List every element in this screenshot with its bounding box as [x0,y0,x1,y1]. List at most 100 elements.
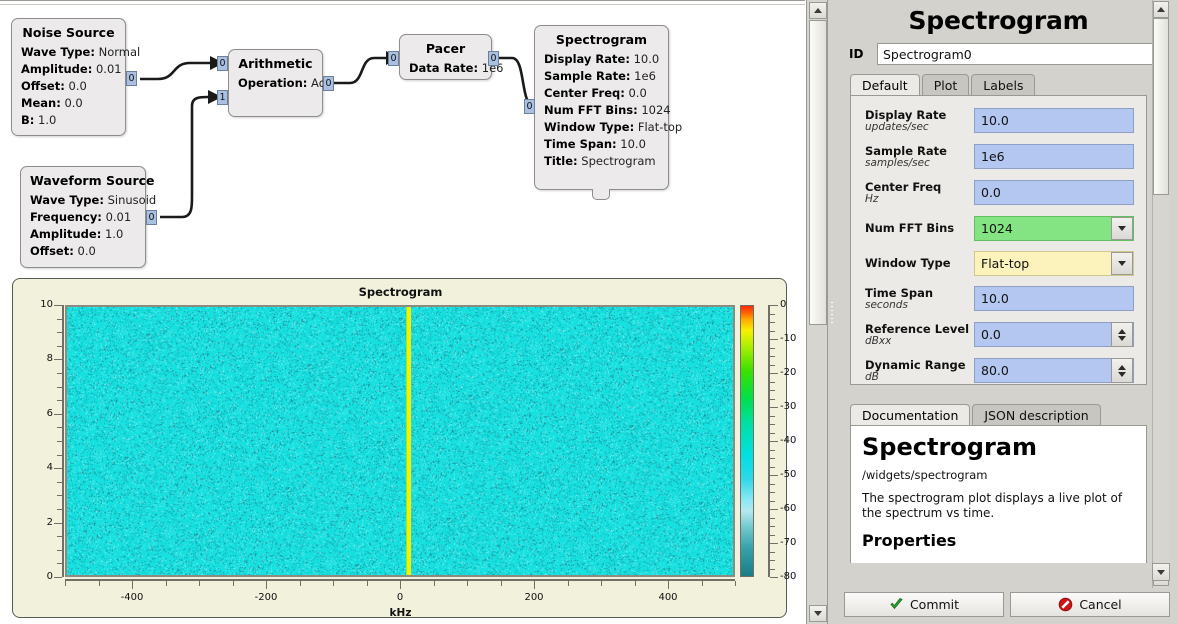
spectrogram-plot[interactable]: Spectrogram dB secs kHz -400-20002004000… [12,278,787,618]
flowgraph-canvas[interactable]: Noise Source Wave Type: Normal Amplitude… [0,0,805,624]
property-label: Display Rate [865,108,946,122]
doc-heading: Spectrogram [862,434,1135,460]
property-unit: dBxx [865,335,891,347]
property-unit: Hz [865,193,878,205]
chevron-down-icon[interactable] [1111,217,1133,240]
port-arithmetic-in-0[interactable]: 0 [217,56,228,71]
canvas-scroll-thumb[interactable] [809,20,827,325]
port-noise-out-0[interactable]: 0 [126,71,137,86]
block-waveform-source[interactable]: Waveform Source Wave Type: Sinusoid Freq… [20,166,146,268]
property-label: Center Freq [865,180,941,194]
colorbar [740,305,754,577]
reference-level-input[interactable] [974,322,1134,347]
port-pacer-out-0[interactable]: 0 [488,51,499,66]
dynamic-range-input[interactable] [974,358,1134,383]
id-row: ID [846,43,1160,65]
y-tick-label: 6 [23,408,53,419]
noise-floor-layer [67,307,733,575]
cancel-label: Cancel [1079,597,1121,612]
time-span-input[interactable] [974,286,1134,311]
sample-rate-input[interactable] [974,144,1134,169]
canvas-vertical-scrollbar[interactable] [806,0,828,624]
property-label: Num FFT Bins [865,221,954,235]
property-unit: updates/sec [865,121,929,133]
block-title: Noise Source [21,25,116,40]
property-label: Reference Level [865,322,969,336]
block-row: Window Type: Flat-top [544,119,659,136]
block-row: Time Span: 10.0 [544,136,659,153]
x-tick-label: -400 [114,592,150,603]
property-unit: samples/sec [865,157,930,169]
colorbar-tick-label: 0 [780,299,805,310]
spectrogram-image[interactable] [65,305,735,577]
block-widget-nub[interactable] [592,189,610,200]
commit-button[interactable]: Commit [844,592,1004,617]
tone-trace [407,307,411,575]
block-title: Waveform Source [30,173,136,188]
block-spectrogram[interactable]: Spectrogram Display Rate: 10.0 Sample Ra… [534,25,669,190]
port-pacer-in-0[interactable]: 0 [388,51,399,66]
block-row: Amplitude: 0.01 [21,61,116,78]
panel-title: Spectrogram [836,6,1161,35]
colorbar-tick-label: -30 [780,401,805,412]
colorbar-tick-label: -10 [780,333,805,344]
x-tick-label: 200 [516,592,552,603]
y-tick-label: 10 [23,299,53,310]
port-arithmetic-in-1[interactable]: 1 [217,90,228,105]
documentation-content[interactable]: Spectrogram /widgets/spectrogram The spe… [850,425,1147,583]
property-tabs: Default Plot Labels [850,74,1037,96]
tab-plot[interactable]: Plot [922,74,970,96]
tab-json-description[interactable]: JSON description [972,404,1100,426]
scroll-up-icon[interactable] [809,2,827,19]
doc-paragraph: The spectrogram plot displays a live plo… [862,491,1135,521]
plot-title: Spectrogram [13,285,788,299]
chevron-down-icon[interactable] [1111,252,1133,275]
tab-labels[interactable]: Labels [971,74,1035,96]
block-pacer[interactable]: Pacer Data Rate: 1e6 [399,34,492,80]
port-waveform-out-0[interactable]: 0 [146,210,157,225]
x-tick-label: -200 [248,592,284,603]
window-type-input[interactable] [974,251,1134,276]
display-rate-input[interactable] [974,108,1134,133]
scroll-down-icon[interactable] [809,605,827,622]
block-row: Num FFT Bins: 1024 [544,102,659,119]
block-row: Operation: Add [238,75,313,92]
x-tick-label: 400 [650,592,686,603]
property-label: Sample Rate [865,144,947,158]
panel-scroll-thumb[interactable] [1153,18,1169,195]
documentation-tabs: Documentation JSON description [850,404,1103,426]
colorbar-tick-label: -40 [780,435,805,446]
port-spectrogram-in-0[interactable]: 0 [524,99,535,114]
y-tick-label: 2 [23,517,53,528]
id-input[interactable] [877,43,1157,65]
colorbar-tick-label: -70 [780,537,805,548]
properties-panel: Spectrogram ID Default Plot Labels Displ… [836,0,1177,624]
property-label: Dynamic Range [865,358,966,372]
block-row: Amplitude: 1.0 [30,226,136,243]
block-noise-source[interactable]: Noise Source Wave Type: Normal Amplitude… [11,18,126,136]
panel-vertical-scrollbar[interactable] [1152,0,1169,588]
cancel-button[interactable]: Cancel [1010,592,1170,617]
scroll-up-icon[interactable] [1153,1,1169,18]
y-tick-label: 0 [23,571,53,582]
port-arithmetic-out-0[interactable]: 0 [323,76,334,91]
tab-default[interactable]: Default [850,74,920,96]
x-tick-label: 0 [382,592,418,603]
block-row: Offset: 0.0 [21,78,116,95]
colorbar-tick-label: -50 [780,469,805,480]
num-fft-bins-input[interactable] [974,216,1134,241]
tab-documentation[interactable]: Documentation [850,404,970,426]
x-axis-label: kHz [13,607,788,619]
check-icon [889,597,904,612]
doc-scroll-down-icon[interactable] [1152,563,1170,581]
property-label: Time Span [865,286,933,300]
block-row: Wave Type: Sinusoid [30,192,136,209]
block-arithmetic[interactable]: Arithmetic Operation: Add [228,49,323,117]
pane-splitter[interactable] [828,0,836,624]
block-row: Wave Type: Normal [21,44,116,61]
reference-level-stepper[interactable] [1111,322,1133,347]
center-freq-input[interactable] [974,180,1134,205]
dynamic-range-stepper[interactable] [1111,358,1133,383]
id-label: ID [849,47,863,61]
property-unit: seconds [865,299,908,311]
